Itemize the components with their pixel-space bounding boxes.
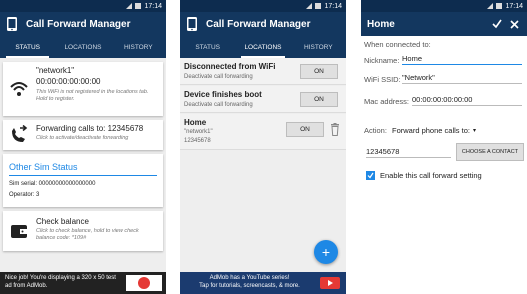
enable-setting-row[interactable]: Enable this call forward setting [366,171,482,180]
ad-banner[interactable]: Nice job! You're displaying a 320 x 50 t… [0,272,166,294]
tab-bar: STATUS LOCATIONS HISTORY [180,36,346,58]
app-bar: Call Forward Manager [180,12,346,36]
forwarding-note: Click to activate/deactivate forwarding [36,135,129,141]
location-title: Device finishes boot [184,90,262,99]
check-balance-note: Click to check balance, hold to view che… [36,228,139,241]
nickname-label: Nickname: [364,56,400,65]
mac-label: Mac address: [364,97,410,106]
ad-line-2: Tap for tutorials, screencasts, & more. [199,282,300,289]
add-location-button[interactable]: + [314,240,338,264]
check-balance-card[interactable]: Check balance Click to check balance, ho… [3,211,163,251]
wifi-icon [10,82,28,96]
tab-history[interactable]: HISTORY [111,36,166,58]
sim-status-title: Other Sim Status [9,162,78,172]
location-subtitle: Deactivate call forwarding [184,102,253,108]
action-value: Forward phone calls to: [392,126,470,135]
ad-banner[interactable]: AdMob has a YouTube series! Tap for tuto… [180,272,346,294]
app-phone-icon [7,17,17,31]
clock: 17:14 [324,2,342,10]
status-bar: 17:14 [180,0,346,12]
edit-location-screen: 17:14 Home When connected to: Nickname: … [361,0,527,294]
toggle-on-button[interactable]: ON [300,92,338,107]
check-balance-title: Check balance [36,217,89,226]
location-row-home[interactable]: Home "network1" 12345678 ON [180,114,346,150]
enable-label: Enable this call forward setting [380,171,482,180]
dropdown-arrow-icon: ▾ [472,128,476,134]
action-label: Action: [364,126,387,135]
clock: 17:14 [505,2,523,10]
tab-locations[interactable]: LOCATIONS [235,36,290,58]
toggle-on-button[interactable]: ON [286,122,324,137]
app-bar: Call Forward Manager [0,12,166,36]
network-name: "network1" [36,66,75,75]
location-number: 12345678 [184,138,211,144]
tab-history[interactable]: HISTORY [291,36,346,58]
status-screen: 17:14 Call Forward Manager STATUS LOCATI… [0,0,166,294]
tab-locations[interactable]: LOCATIONS [55,36,110,58]
location-row[interactable]: Device finishes boot Deactivate call for… [180,86,346,113]
network-note: This WiFi is not registered in the locat… [36,89,149,102]
when-connected-label: When connected to: [364,40,431,49]
signal-icon [487,3,494,9]
location-title: Home [184,118,207,127]
signal-icon [306,3,313,9]
app-bar: Home [361,12,527,36]
sim-status-card: Other Sim Status Sim serial: 00000000000… [3,154,163,207]
ad-line-1: AdMob has a YouTube series! [209,275,290,281]
app-title: Call Forward Manager [26,18,131,30]
locations-screen: 17:14 Call Forward Manager STATUS LOCATI… [180,0,346,294]
wallet-icon [11,225,27,238]
close-icon[interactable] [510,19,519,29]
sim-title-divider [9,175,157,176]
status-bar: 17:14 [0,0,166,12]
tab-status[interactable]: STATUS [180,36,235,58]
network-card[interactable]: "network1" 00:00:00:00:00:00 This WiFi i… [3,62,163,116]
forwarding-card[interactable]: Forwarding calls to: 12345678 Click to a… [3,120,163,150]
forwarding-label: Forwarding calls to: 12345678 [36,124,144,133]
location-network: "network1" [184,129,213,135]
network-mac: 00:00:00:00:00:00 [36,77,101,86]
signal-icon [126,3,133,9]
phone-number-input[interactable]: 12345678 [366,147,451,158]
tab-bar: STATUS LOCATIONS HISTORY [0,36,166,58]
checkmark-icon[interactable] [492,19,502,29]
ssid-label: WiFi SSID: [364,75,401,84]
battery-icon [135,3,142,9]
action-select[interactable]: Forward phone calls to: ▾ [392,126,476,135]
sim-serial: Sim serial: 00000000000000000 [9,181,96,187]
ssid-input[interactable]: "Network" [402,73,522,84]
nickname-input[interactable]: Home [402,54,522,65]
toggle-on-button[interactable]: ON [300,64,338,79]
youtube-icon [320,277,340,289]
app-title: Call Forward Manager [206,18,311,30]
location-row[interactable]: Disconnected from WiFi Deactivate call f… [180,58,346,85]
app-phone-icon [187,17,197,31]
call-forward-icon [12,125,28,142]
ad-text: Nice job! You're displaying a 320 x 50 t… [5,275,116,289]
choose-contact-button[interactable]: CHOOSE A CONTACT [456,143,524,161]
clock: 17:14 [144,2,162,10]
location-subtitle: Deactivate call forwarding [184,74,253,80]
battery-icon [315,3,322,9]
trash-icon[interactable] [330,123,340,136]
location-title: Disconnected from WiFi [184,62,276,71]
mac-input[interactable]: 00:00:00:00:00:00 [412,95,522,106]
checkbox-checked-icon[interactable] [366,171,375,180]
status-bar: 17:14 [361,0,527,12]
tab-status[interactable]: STATUS [0,36,55,58]
admob-logo-icon [126,275,162,291]
battery-icon [496,3,503,9]
sim-operator: Operator: 3 [9,192,40,198]
edit-title: Home [367,18,395,30]
